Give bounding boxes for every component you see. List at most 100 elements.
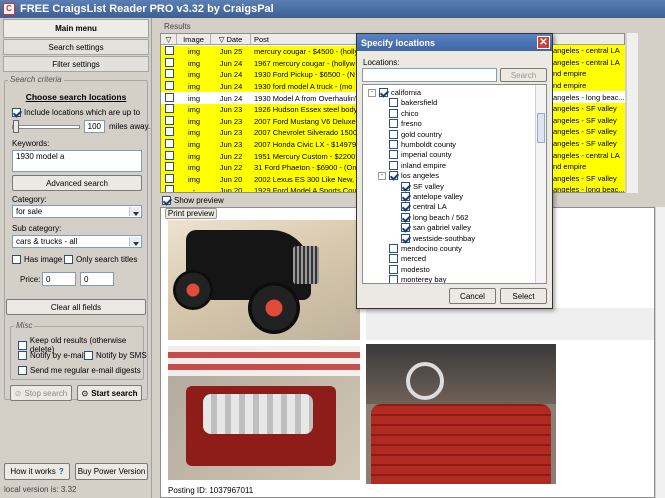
select-button[interactable]: Select <box>500 288 547 304</box>
tree-item[interactable]: modesto <box>389 264 430 275</box>
col-select-header[interactable]: ▽ <box>161 34 177 45</box>
how-it-works-button[interactable]: How it works ? <box>4 463 70 480</box>
tree-item-checkbox[interactable] <box>389 108 398 118</box>
tree-item[interactable]: central LA <box>401 201 447 212</box>
tree-item[interactable]: gold country <box>389 129 442 140</box>
locations-tree[interactable]: - california bakersfield chico fresno gold co… <box>362 84 547 284</box>
tree-item[interactable]: SF valley <box>401 181 444 192</box>
search-settings-button[interactable]: Search settings <box>3 39 149 55</box>
tree-item-checkbox[interactable] <box>389 160 398 170</box>
tree-item[interactable]: chico <box>389 108 419 119</box>
tree-item[interactable]: westside-southbay <box>401 233 475 244</box>
subcategory-select[interactable]: cars & trucks - all <box>12 235 142 248</box>
keep-old-checkbox[interactable] <box>18 340 27 350</box>
tree-item-checkbox[interactable] <box>401 223 410 233</box>
tree-item[interactable]: antelope valley <box>401 191 463 202</box>
tree-item-label: san gabriel valley <box>413 223 471 233</box>
tree-item-checkbox[interactable] <box>389 98 398 108</box>
print-preview-button[interactable]: Print preview <box>165 208 217 219</box>
tree-item[interactable]: - california <box>368 87 421 98</box>
only-titles-checkbox[interactable] <box>64 255 73 264</box>
notify-sms-checkbox[interactable] <box>84 351 93 360</box>
collapse-icon[interactable]: - <box>378 171 386 180</box>
has-image-checkbox[interactable] <box>12 255 21 264</box>
tree-item[interactable]: san gabriel valley <box>401 222 471 233</box>
row-checkbox[interactable] <box>164 127 174 137</box>
results-scrollbar[interactable] <box>626 33 638 193</box>
tree-item[interactable]: long beach / 562 <box>401 212 468 223</box>
row-image: img <box>187 151 201 161</box>
locations-search-input[interactable] <box>362 68 497 82</box>
price-max-input[interactable]: 0 <box>80 272 114 286</box>
show-preview-checkbox[interactable] <box>162 196 171 205</box>
tree-item-checkbox[interactable] <box>379 88 388 97</box>
close-icon[interactable]: ✕ <box>537 36 550 49</box>
choose-locations-link[interactable]: Choose search locations <box>12 92 140 102</box>
tree-item[interactable]: imperial county <box>389 149 451 160</box>
tree-item[interactable]: fresno <box>389 118 422 129</box>
tree-item-checkbox[interactable] <box>389 150 398 160</box>
tree-item-checkbox[interactable] <box>389 129 398 139</box>
tree-item-checkbox[interactable] <box>401 212 410 222</box>
tree-item[interactable]: - los angeles <box>378 170 439 181</box>
tree-item[interactable]: merced <box>389 253 426 264</box>
row-checkbox[interactable] <box>164 81 174 91</box>
tree-item-checkbox[interactable] <box>389 275 398 283</box>
tree-item[interactable]: humboldt county <box>389 139 456 150</box>
tree-item-checkbox[interactable] <box>389 244 398 253</box>
advanced-search-button[interactable]: Advanced search <box>12 175 142 191</box>
cancel-button[interactable]: Cancel <box>449 288 496 304</box>
col-image-header[interactable]: Image <box>177 34 211 45</box>
category-select[interactable]: for sale <box>12 205 142 218</box>
collapse-icon[interactable]: - <box>368 88 376 97</box>
car-grille <box>293 246 319 284</box>
row-checkbox[interactable] <box>164 92 174 102</box>
row-checkbox[interactable] <box>164 150 174 160</box>
tree-item-checkbox[interactable] <box>389 119 398 129</box>
digests-checkbox[interactable] <box>18 366 27 375</box>
price-min-input[interactable]: 0 <box>42 272 76 286</box>
keywords-input[interactable]: 1930 model a <box>12 150 142 172</box>
filter-settings-button[interactable]: Filter settings <box>3 56 149 72</box>
slider-handle[interactable] <box>13 120 19 133</box>
tree-item[interactable]: monterey bay <box>389 274 446 283</box>
col-date-header[interactable]: ▽ Date <box>211 34 251 45</box>
tree-item-checkbox[interactable] <box>389 171 398 181</box>
tree-item-checkbox[interactable] <box>389 140 398 149</box>
tree-item[interactable]: mendocino county <box>389 243 462 254</box>
row-checkbox[interactable] <box>164 46 174 56</box>
row-checkbox[interactable] <box>164 173 174 183</box>
tree-scroll-thumb[interactable] <box>537 113 545 143</box>
include-locations-checkbox[interactable] <box>12 108 21 117</box>
row-checkbox[interactable] <box>164 69 174 79</box>
stop-icon: ⊘ <box>14 388 22 398</box>
row-checkbox[interactable] <box>164 104 174 114</box>
subcategory-label: Sub category: <box>12 224 62 233</box>
row-checkbox[interactable] <box>164 57 174 67</box>
row-checkbox[interactable] <box>164 162 174 172</box>
tree-item-checkbox[interactable] <box>389 264 398 274</box>
preview-scrollbar[interactable] <box>655 207 665 498</box>
distance-slider[interactable] <box>12 125 80 129</box>
tree-item-checkbox[interactable] <box>401 181 410 191</box>
tree-item-checkbox[interactable] <box>401 202 410 212</box>
tree-item-checkbox[interactable] <box>401 192 410 201</box>
engine-headers <box>203 394 313 434</box>
stop-search-button[interactable]: ⊘ Stop search <box>10 385 72 401</box>
tree-scrollbar[interactable] <box>535 85 546 283</box>
locations-search-button[interactable]: Search <box>500 68 547 82</box>
row-image: img <box>187 174 201 184</box>
row-checkbox[interactable] <box>164 185 174 192</box>
row-checkbox[interactable] <box>164 115 174 125</box>
only-titles-row: Only search titles <box>64 255 137 264</box>
tree-item[interactable]: inland empire <box>389 160 446 171</box>
row-checkbox[interactable] <box>164 139 174 149</box>
distance-input[interactable]: 100 <box>84 120 105 133</box>
start-search-button[interactable]: ⊙ Start search <box>77 385 142 401</box>
tree-item[interactable]: bakersfield <box>389 97 437 108</box>
buy-power-button[interactable]: Buy Power Version <box>75 463 148 480</box>
tree-item-checkbox[interactable] <box>389 254 398 264</box>
clear-all-fields-button[interactable]: Clear all fields <box>6 299 146 315</box>
tree-item-checkbox[interactable] <box>401 233 410 243</box>
notify-email-checkbox[interactable] <box>18 351 27 360</box>
